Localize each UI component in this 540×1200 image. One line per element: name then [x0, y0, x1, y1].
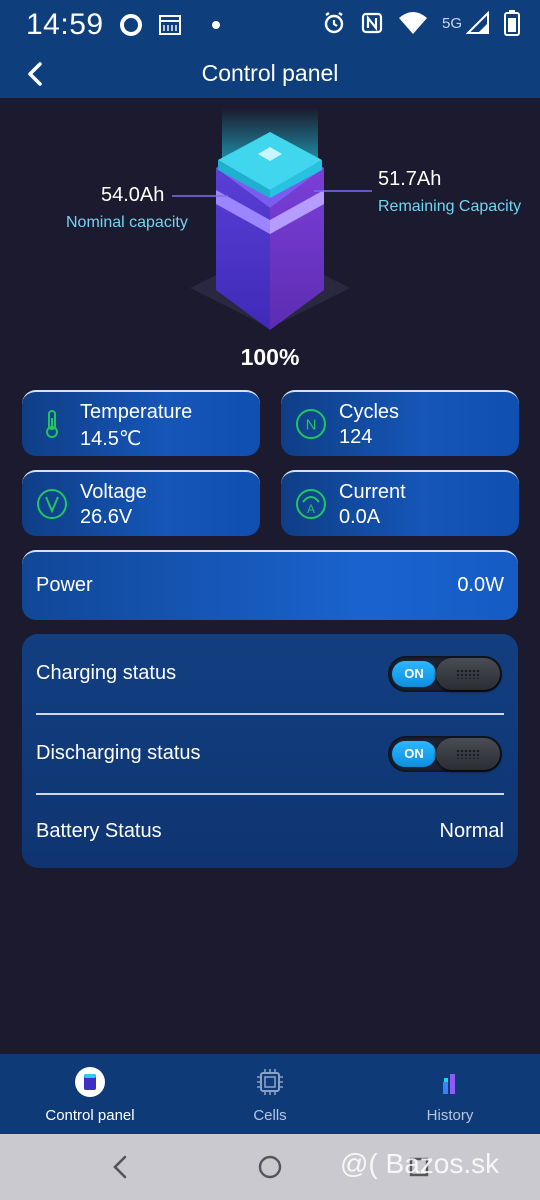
cycles-card: N Cycles 124	[281, 390, 519, 456]
temperature-value: 14.5℃	[80, 428, 142, 450]
power-value: 0.0W	[457, 574, 504, 596]
nav-cells[interactable]: Cells	[180, 1066, 360, 1124]
cycles-n-icon: N	[296, 409, 326, 439]
chip-icon	[257, 1069, 283, 1095]
voltage-v-icon	[37, 489, 67, 519]
bottom-nav: Control panel Cells History	[0, 1054, 540, 1134]
discharging-status-label: Discharging status	[36, 742, 201, 764]
remaining-capacity-value: 51.7Ah	[378, 168, 442, 190]
status-right-icons: 5G	[322, 10, 520, 36]
nav-control-panel[interactable]: Control panel	[0, 1066, 180, 1124]
temperature-card: Temperature 14.5℃	[22, 390, 260, 456]
status-left-icons	[118, 12, 224, 38]
charging-toggle-on: ON	[392, 661, 436, 687]
charging-status-label: Charging status	[36, 662, 177, 684]
current-a-icon: A	[296, 489, 326, 519]
voltage-label: Voltage	[80, 481, 147, 503]
nfc-icon	[361, 12, 383, 34]
watermark: @( Bazos.sk	[340, 1148, 500, 1179]
signal-icon	[466, 11, 489, 34]
remaining-capacity-label: Remaining Capacity	[378, 198, 522, 215]
battery-cube-icon	[75, 1067, 105, 1097]
temperature-label: Temperature	[80, 401, 193, 423]
current-card: A Current 0.0A	[281, 470, 519, 536]
wifi-icon	[398, 12, 427, 34]
system-nav-bar: @( Bazos.sk	[0, 1134, 540, 1200]
nav-control-panel-label: Control panel	[45, 1107, 135, 1124]
discharging-toggle-on: ON	[392, 741, 436, 767]
battery-icon	[504, 10, 520, 36]
discharging-toggle[interactable]: ON	[388, 736, 502, 772]
circle-icon	[120, 14, 142, 36]
nominal-capacity-label: Nominal capacity	[66, 214, 188, 231]
dot-icon	[212, 21, 220, 29]
home-nav-icon[interactable]	[255, 1152, 285, 1182]
battery-overview: 54.0Ah Nominal capacity 51.7Ah Remaining…	[0, 98, 540, 378]
nominal-capacity-value: 54.0Ah	[101, 184, 165, 206]
charging-toggle[interactable]: ON	[388, 656, 502, 692]
divider	[36, 793, 504, 795]
alarm-icon	[324, 12, 344, 34]
thermometer-icon	[46, 410, 58, 438]
network-type: 5G	[441, 14, 462, 32]
charging-toggle-knob	[436, 658, 500, 690]
nav-cells-label: Cells	[253, 1107, 287, 1124]
page-title: Control panel	[201, 60, 339, 86]
nav-history[interactable]: History	[360, 1066, 540, 1124]
svg-text:N: N	[306, 417, 317, 434]
calendar-icon	[159, 15, 181, 35]
cycles-value: 124	[339, 426, 373, 448]
status-time: 14:59	[26, 8, 104, 41]
back-nav-icon[interactable]	[106, 1152, 136, 1182]
nav-history-label: History	[426, 1107, 474, 1124]
bar-chart-icon	[443, 1074, 455, 1094]
app-bar: Control panel	[0, 50, 540, 98]
status-panel: Charging status ON Discharging status ON…	[22, 634, 518, 868]
cycles-label: Cycles	[339, 401, 400, 423]
voltage-value: 26.6V	[80, 506, 133, 528]
battery-status-value: Normal	[439, 820, 504, 842]
charge-percent: 100%	[240, 344, 300, 370]
divider	[36, 713, 504, 715]
battery-status-label: Battery Status	[36, 820, 162, 842]
voltage-card: Voltage 26.6V	[22, 470, 260, 536]
current-value: 0.0A	[339, 506, 381, 528]
current-label: Current	[339, 481, 406, 503]
power-card: Power 0.0W	[22, 550, 518, 620]
power-label: Power	[36, 574, 93, 596]
discharging-toggle-knob	[436, 738, 500, 770]
status-bar: 14:59 5G	[0, 0, 540, 50]
svg-text:A: A	[307, 502, 315, 516]
